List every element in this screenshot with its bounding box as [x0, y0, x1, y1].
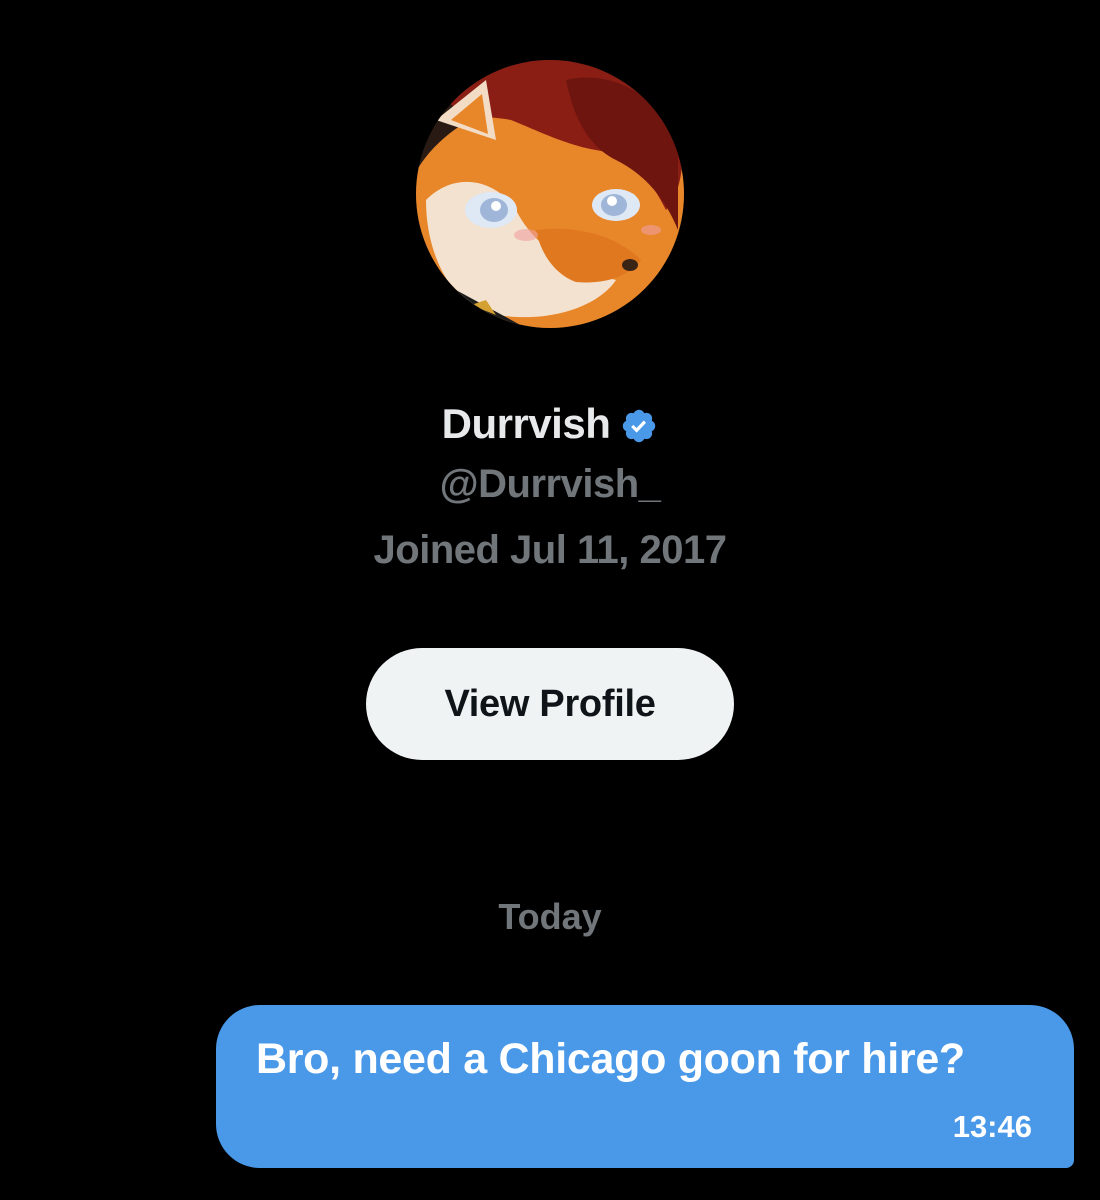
profile-header: Durrvish @Durrvish_ Joined Jul 11, 2017 … — [0, 0, 1100, 780]
view-profile-button[interactable]: View Profile — [366, 648, 734, 760]
verified-badge-icon — [620, 407, 658, 445]
join-date: Joined Jul 11, 2017 — [373, 528, 727, 572]
username-handle: @Durrvish_ — [439, 462, 661, 506]
name-row: Durrvish — [0, 396, 1100, 452]
avatar-image — [416, 60, 684, 328]
avatar[interactable] — [416, 60, 684, 328]
outgoing-message-bubble[interactable]: Bro, need a Chicago goon for hire? 13:46 — [216, 1005, 1074, 1168]
display-name: Durrvish — [441, 400, 611, 447]
day-separator: Today — [498, 896, 602, 937]
message-text: Bro, need a Chicago goon for hire? — [256, 1035, 965, 1083]
message-timestamp: 13:46 — [952, 1109, 1032, 1144]
